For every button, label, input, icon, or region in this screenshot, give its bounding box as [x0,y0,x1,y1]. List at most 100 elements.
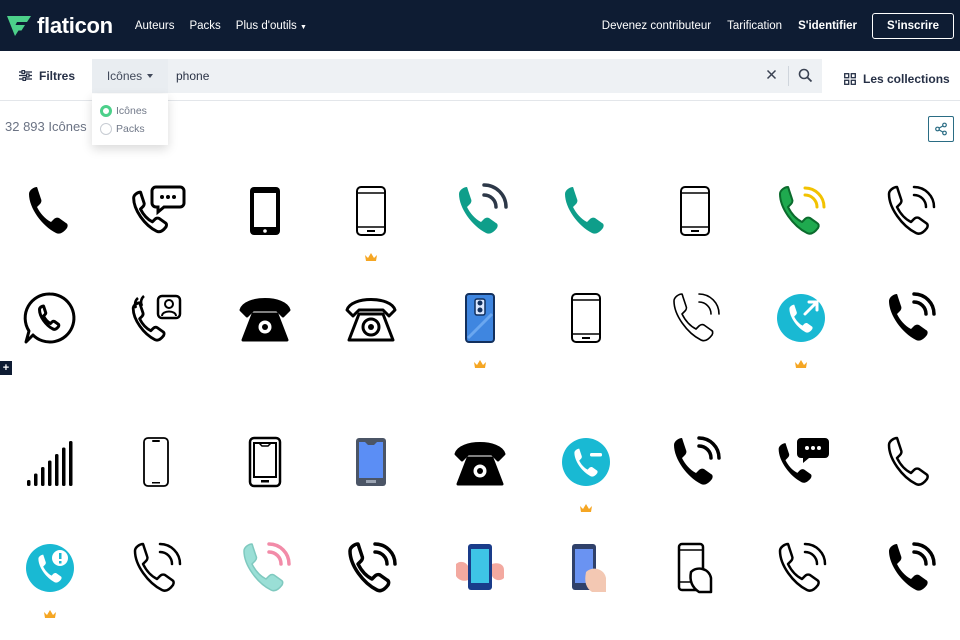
phone-chat-bubble-icon[interactable] [126,181,186,241]
smartphone-outline-icon[interactable] [665,181,725,241]
nav-authors[interactable]: Auteurs [135,20,175,32]
phone-ringing-teal-graphic [459,183,508,234]
flaticon-logo[interactable]: flaticon [6,13,113,39]
resource-type-menu: Icônes Packs [92,94,168,145]
smartphone-blue-icon[interactable] [341,432,401,492]
phone-outgoing-circle-icon[interactable] [771,288,831,348]
signal-bars-graphic [27,441,73,486]
hand-holding-phone-color-icon[interactable] [450,538,510,598]
phone-contact-icon[interactable] [126,288,186,348]
nav-right: Devenez contributeur Tarification S'iden… [586,12,960,39]
phone-ringing-solid-graphic [889,542,936,591]
phone-ringing-outline-graphic [133,542,182,592]
phone-ringing-solid-icon[interactable] [880,288,940,348]
phone-solid-icon[interactable] [20,181,80,241]
phone-ringing-outline-icon[interactable] [880,181,940,241]
close-icon[interactable] [766,69,777,80]
phone-minus-circle-graphic [562,438,610,486]
phone-ringing-bold-icon[interactable] [341,538,401,598]
premium-crown-icon [474,356,486,368]
menu-option-label: Icônes [116,105,147,117]
phone-alert-circle-icon[interactable] [20,538,80,598]
phone-chat-solid-icon[interactable] [771,432,831,492]
smartphone-thin-icon[interactable] [126,432,186,492]
chevron-down-icon: ▼ [300,23,307,31]
phone-ringing-solid-icon[interactable] [880,538,940,598]
hand-holding-phone-blue-icon[interactable] [556,538,616,598]
rotary-phone-solid-icon[interactable] [450,432,510,492]
phone-ringing-thin-icon[interactable] [665,288,725,348]
phone-minus-circle-icon[interactable] [556,432,616,492]
radio-unselected [100,123,112,135]
nav-packs[interactable]: Packs [189,20,220,32]
smartphone-notch-graphic [248,436,282,488]
smartphone-outline-graphic [571,293,601,343]
filters-label: Filtres [39,68,76,83]
signal-bars-icon[interactable] [20,432,80,492]
smartphone-solid-graphic [250,187,280,235]
phone-ringing-solid-graphic [674,436,721,485]
radio-selected [100,105,112,117]
phone-teal-graphic [565,187,604,234]
smartphone-notch-icon[interactable] [235,432,295,492]
phone-ringing-pastel-icon[interactable] [235,538,295,598]
grid-icon [844,73,856,85]
phone-ringing-solid-graphic [889,292,936,341]
hand-holding-phone-outline-icon[interactable] [665,538,725,598]
phone-ringing-outline-icon[interactable] [771,538,831,598]
hand-holding-phone-outline-graphic [677,542,713,594]
menu-option-packs[interactable]: Packs [92,120,168,138]
menu-option-icons[interactable]: Icônes [92,102,168,120]
resource-type-label: Icônes [106,69,143,83]
phone-chat-bubble-graphic [132,185,186,234]
phone-ringing-pastel-graphic [243,542,291,592]
phone-ringing-teal-icon[interactable] [450,181,510,241]
smartphone-solid-icon[interactable] [235,181,295,241]
phone-ringing-solid-icon[interactable] [665,432,725,492]
premium-crown-icon [580,500,592,512]
smartphone-thin-graphic [143,437,169,487]
login-link[interactable]: S'identifier [798,20,857,32]
sliders-icon [19,70,32,81]
side-expand-tab[interactable]: + [0,361,12,375]
phone-ringing-green-graphic [779,186,826,235]
collections-button[interactable]: Les collections [844,72,950,86]
main-nav: Auteurs Packs Plus d'outils ▼ [135,20,322,32]
nav-contributor[interactable]: Devenez contributeur [602,20,711,32]
rotary-phone-outline-icon[interactable] [341,288,401,348]
phone-ringing-outline-graphic [887,185,936,235]
nav-pricing[interactable]: Tarification [727,20,782,32]
filters-button[interactable]: Filtres [19,69,75,83]
whatsapp-icon[interactable] [20,288,80,348]
share-button[interactable] [928,116,954,142]
rotary-phone-solid-graphic [454,442,506,486]
phone-ringing-thin-graphic [673,293,720,342]
search-icon[interactable] [798,68,813,83]
phone-outline-graphic [887,436,929,486]
phone-ringing-outline-icon[interactable] [126,538,186,598]
phone-outline-icon[interactable] [880,432,940,492]
top-navigation: flaticon Auteurs Packs Plus d'outils ▼ D… [0,0,960,51]
caret-down-icon [147,74,154,78]
phone-contact-graphic [131,294,182,342]
phone-ringing-green-icon[interactable] [771,181,831,241]
premium-crown-icon [795,356,807,368]
search-divider [788,66,789,86]
phone-back-blue-icon[interactable] [450,288,510,348]
smartphone-outline-icon[interactable] [556,288,616,348]
nav-more-tools-label: Plus d'outils [235,19,297,32]
share-icon [935,122,947,136]
phone-chat-solid-graphic [778,438,829,483]
hand-holding-phone-color-graphic [456,544,504,590]
rotary-phone-solid-icon[interactable] [235,288,295,348]
resource-type-dropdown[interactable]: Icônes [92,59,168,93]
smartphone-outline-icon[interactable] [341,181,401,241]
phone-ringing-outline-graphic [778,542,827,592]
signup-button[interactable]: S'inscrire [872,12,954,39]
phone-alert-circle-graphic [26,544,74,592]
phone-teal-icon[interactable] [556,181,616,241]
nav-more-tools[interactable]: Plus d'outils ▼ [236,20,307,32]
premium-crown-icon [365,249,377,261]
results-count: 32 893 Icônes e [5,119,101,134]
search-input[interactable] [176,69,736,83]
